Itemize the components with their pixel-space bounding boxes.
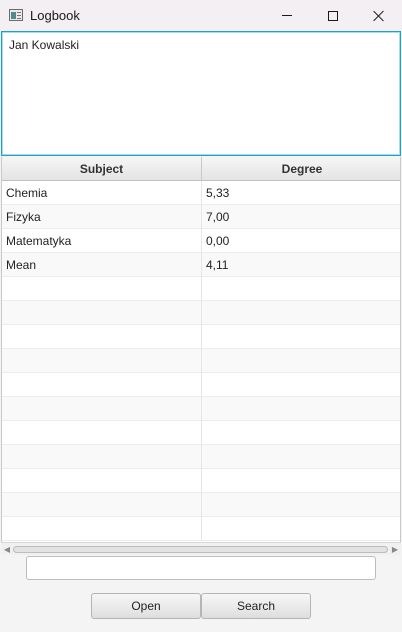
degree-cell[interactable]: 4,11: [202, 253, 400, 277]
table-row[interactable]: Fizyka 7,00: [2, 205, 400, 229]
degree-cell[interactable]: 5,33: [202, 181, 400, 205]
degree-cell[interactable]: [202, 277, 400, 301]
degree-cell[interactable]: [202, 373, 400, 397]
table-row[interactable]: Mean 4,11: [2, 253, 400, 277]
subject-cell[interactable]: [2, 493, 202, 517]
degree-cell[interactable]: [202, 421, 400, 445]
degree-cell[interactable]: [202, 349, 400, 373]
horizontal-scrollbar[interactable]: ◀ ▶: [1, 542, 401, 555]
subject-cell[interactable]: Chemia: [2, 181, 202, 205]
open-button[interactable]: Open: [91, 593, 201, 619]
table-row[interactable]: [2, 397, 400, 421]
maximize-button[interactable]: [310, 0, 356, 31]
minimize-button[interactable]: [264, 0, 310, 31]
scroll-left-icon[interactable]: ◀: [2, 545, 12, 554]
subject-cell[interactable]: [2, 421, 202, 445]
maximize-icon: [328, 10, 338, 21]
subject-cell[interactable]: [2, 445, 202, 469]
table-row[interactable]: Chemia 5,33: [2, 181, 400, 205]
subject-cell[interactable]: [2, 277, 202, 301]
scrollbar-thumb[interactable]: [13, 546, 388, 553]
table-row[interactable]: [2, 421, 400, 445]
subject-cell[interactable]: [2, 325, 202, 349]
close-button[interactable]: [356, 0, 402, 31]
notes-text-area[interactable]: Jan Kowalski: [1, 31, 401, 156]
table-header: Subject Degree: [2, 157, 400, 181]
column-header-subject[interactable]: Subject: [2, 157, 202, 181]
close-icon: [373, 10, 385, 22]
table-row[interactable]: [2, 277, 400, 301]
title-bar[interactable]: Logbook: [0, 0, 402, 31]
scroll-right-icon[interactable]: ▶: [390, 545, 400, 554]
subject-cell[interactable]: Matematyka: [2, 229, 202, 253]
app-icon: [9, 9, 23, 21]
subject-cell[interactable]: Fizyka: [2, 205, 202, 229]
subject-cell[interactable]: [2, 517, 202, 541]
table-row[interactable]: [2, 373, 400, 397]
table-row[interactable]: [2, 469, 400, 493]
subject-cell[interactable]: [2, 349, 202, 373]
subject-cell[interactable]: [2, 373, 202, 397]
degree-cell[interactable]: [202, 517, 400, 541]
subject-cell[interactable]: [2, 301, 202, 325]
table-body: Chemia 5,33 Fizyka 7,00 Matematyka 0,00 Mean 4,…: [2, 181, 400, 541]
table-row[interactable]: [2, 517, 400, 541]
degree-cell[interactable]: [202, 301, 400, 325]
window-title: Logbook: [30, 8, 80, 23]
table-row[interactable]: [2, 301, 400, 325]
degree-cell[interactable]: [202, 325, 400, 349]
table-row[interactable]: [2, 349, 400, 373]
degree-cell[interactable]: 7,00: [202, 205, 400, 229]
search-input[interactable]: [26, 556, 376, 580]
table-row[interactable]: Matematyka 0,00: [2, 229, 400, 253]
degree-cell[interactable]: 0,00: [202, 229, 400, 253]
subject-cell[interactable]: [2, 469, 202, 493]
degree-cell[interactable]: [202, 469, 400, 493]
degree-cell[interactable]: [202, 397, 400, 421]
minimize-icon: [282, 15, 292, 16]
column-header-degree[interactable]: Degree: [202, 157, 400, 181]
search-button[interactable]: Search: [201, 593, 311, 619]
subject-cell[interactable]: [2, 397, 202, 421]
table-row[interactable]: [2, 493, 400, 517]
degree-cell[interactable]: [202, 493, 400, 517]
degree-cell[interactable]: [202, 445, 400, 469]
table-row[interactable]: [2, 325, 400, 349]
grades-table: Subject Degree Chemia 5,33 Fizyka 7,00 Matem…: [1, 157, 401, 542]
subject-cell[interactable]: Mean: [2, 253, 202, 277]
logbook-window: Logbook Jan Kowalski Subject Degree Chem…: [0, 0, 402, 632]
table-row[interactable]: [2, 445, 400, 469]
